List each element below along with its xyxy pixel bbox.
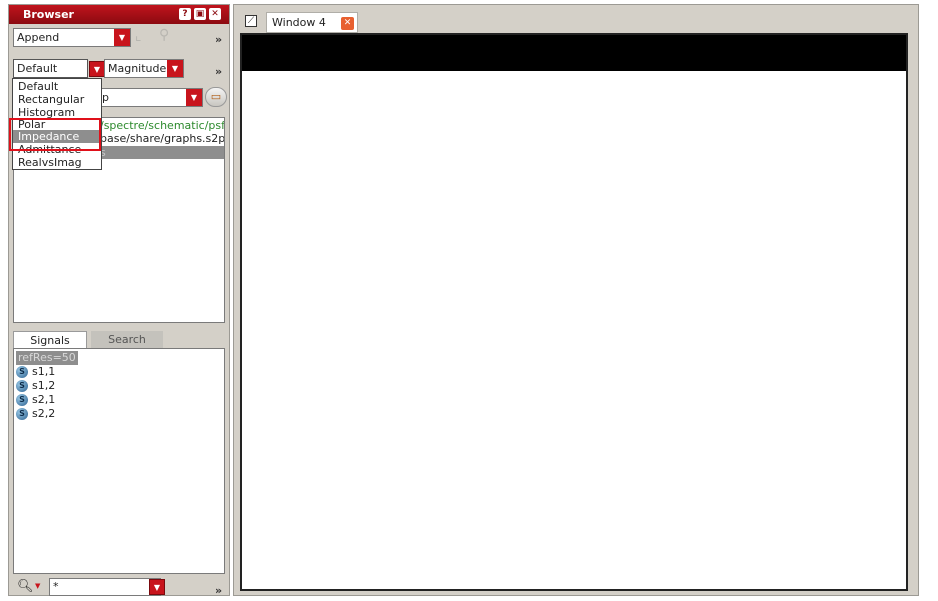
value-chevron-down-icon[interactable]: ▼ xyxy=(167,60,183,77)
signal-row[interactable]: Ss1,1 xyxy=(16,365,55,379)
restore-icon[interactable]: ▣ xyxy=(194,8,206,20)
menu-item-default[interactable]: Default xyxy=(13,80,101,93)
menu-item-rectangular[interactable]: Rectangular xyxy=(13,93,101,106)
browser-tabs: Signals Search xyxy=(13,331,225,349)
signal-icon: S xyxy=(16,380,28,392)
plot-icon[interactable]: ⌞ xyxy=(135,28,142,44)
value-combo-value: Magnitude xyxy=(108,62,167,75)
plot-type-combo[interactable]: Default xyxy=(13,59,88,78)
open-folder-icon[interactable]: ▭ xyxy=(205,87,227,107)
search-options-chevron-down-icon[interactable]: ▼ xyxy=(35,582,40,590)
plot-type-dropdown: Default Rectangular Histogram Polar Impe… xyxy=(12,78,102,170)
signal-row[interactable]: Ss2,2 xyxy=(16,407,55,421)
app-root: Browser ? ▣ ✕ Append ▼ ⌞ ⚲ » Default ▼ M… xyxy=(0,0,938,601)
more-icon[interactable]: » xyxy=(215,33,222,46)
help-icon[interactable]: ? xyxy=(179,8,191,20)
plot-type-chevron-down-icon[interactable]: ▼ xyxy=(89,61,105,77)
browser-title: Browser xyxy=(23,8,74,21)
more-icon-2[interactable]: » xyxy=(215,65,222,78)
canvas-header-bar xyxy=(242,35,906,71)
tab-window-4[interactable]: Window 4 ✕ xyxy=(266,12,358,33)
signal-label: s1,1 xyxy=(32,365,56,378)
browser-titlebar: Browser ? ▣ ✕ xyxy=(9,5,229,24)
search-input[interactable]: * xyxy=(49,578,161,596)
plot-type-combo-value: Default xyxy=(17,62,58,75)
signal-row[interactable]: Ss1,2 xyxy=(16,379,55,393)
mode-combo-value: Append xyxy=(17,31,60,44)
close-icon[interactable]: ✕ xyxy=(209,8,221,20)
file-row[interactable]: base/share/graphs.s2p xyxy=(100,132,224,145)
signal-row-refres[interactable]: refRes=50 xyxy=(16,351,78,365)
search-icon[interactable]: 🔍︎ xyxy=(17,579,34,594)
more-icon-3[interactable]: » xyxy=(215,584,222,597)
window-icon[interactable]: ⟋ xyxy=(245,15,257,27)
signal-label: s1,2 xyxy=(32,379,56,392)
graph-window-area: ⟋ Window 4 ✕ xyxy=(233,4,919,596)
signal-icon: S xyxy=(16,366,28,378)
signal-label: s2,2 xyxy=(32,407,56,420)
tab-search[interactable]: Search xyxy=(91,331,163,349)
window-tab-label: Window 4 xyxy=(272,16,326,29)
search-chevron-down-icon[interactable]: ▼ xyxy=(149,579,165,595)
chevron-down-icon[interactable]: ▼ xyxy=(114,29,130,46)
signal-icon: S xyxy=(16,394,28,406)
graph-canvas[interactable] xyxy=(240,33,908,591)
signals-list: refRes=50 Ss1,1 Ss1,2 Ss2,1 Ss2,2 xyxy=(13,348,225,574)
path-chevron-down-icon[interactable]: ▼ xyxy=(186,89,202,106)
signal-row[interactable]: Ss2,1 xyxy=(16,393,55,407)
signal-label: s2,1 xyxy=(32,393,56,406)
close-tab-icon[interactable]: ✕ xyxy=(341,17,354,30)
menu-item-realvsimag[interactable]: RealvsImag xyxy=(13,156,101,169)
path-combo-value: p xyxy=(102,91,109,104)
search-input-value: * xyxy=(53,580,59,593)
menu-item-impedance[interactable]: Impedance xyxy=(13,130,101,143)
filter-icon[interactable]: ⚲ xyxy=(159,27,169,43)
mode-combo[interactable]: Append ▼ xyxy=(13,28,131,47)
menu-item-admittance[interactable]: Admittance xyxy=(13,143,101,156)
value-combo[interactable]: Magnitude ▼ xyxy=(104,59,184,78)
signal-icon: S xyxy=(16,408,28,420)
tab-signals[interactable]: Signals xyxy=(13,331,87,349)
search-bar: 🔍︎ ▼ * ▼ » xyxy=(13,578,225,597)
file-row[interactable]: /spectre/schematic/psf xyxy=(100,119,224,132)
